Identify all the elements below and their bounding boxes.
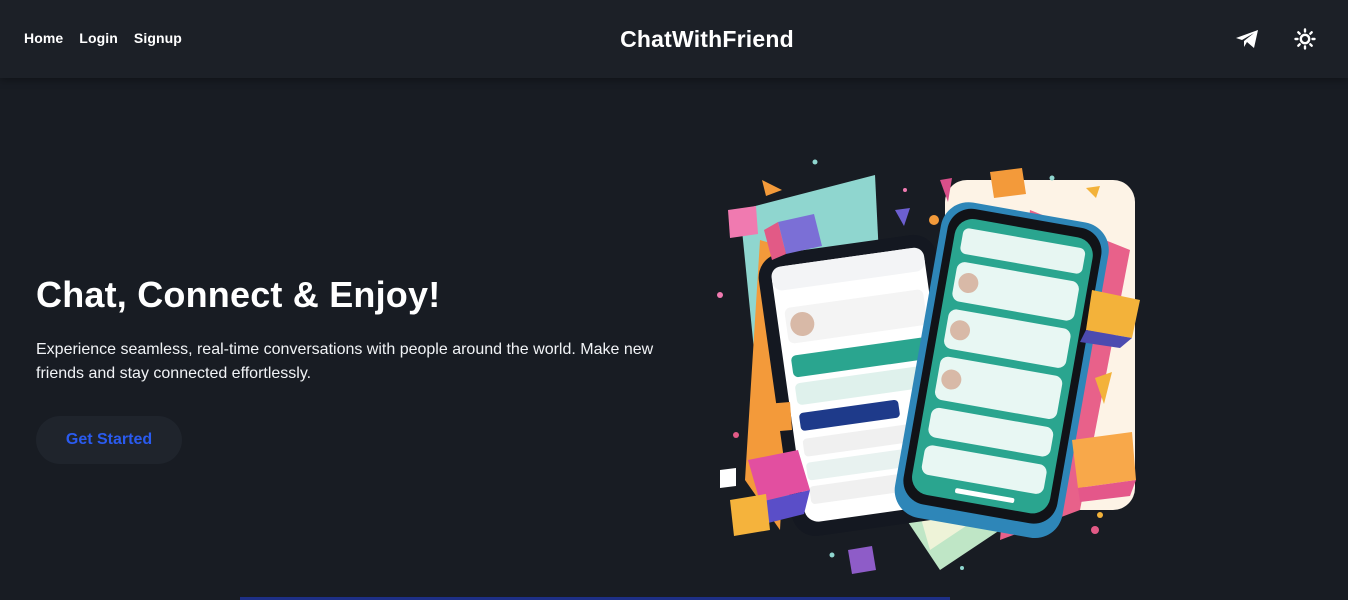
nav-home-link[interactable]: Home <box>24 30 63 46</box>
get-started-button[interactable]: Get Started <box>36 416 182 464</box>
brand-container: ChatWithFriend <box>0 26 1348 53</box>
hero-illustration <box>700 150 1160 580</box>
sun-icon[interactable] <box>1292 26 1318 52</box>
brand-title[interactable]: ChatWithFriend <box>620 26 794 52</box>
nav-signup-link[interactable]: Signup <box>134 30 182 46</box>
nav-links: Home Login Signup <box>24 30 182 46</box>
hero-title: Chat, Connect & Enjoy! <box>36 274 441 315</box>
send-icon[interactable] <box>1234 26 1260 52</box>
navbar: Home Login Signup ChatWithFriend <box>0 0 1348 78</box>
hero-subtitle: Experience seamless, real-time conversat… <box>36 341 654 382</box>
nav-login-link[interactable]: Login <box>79 30 118 46</box>
